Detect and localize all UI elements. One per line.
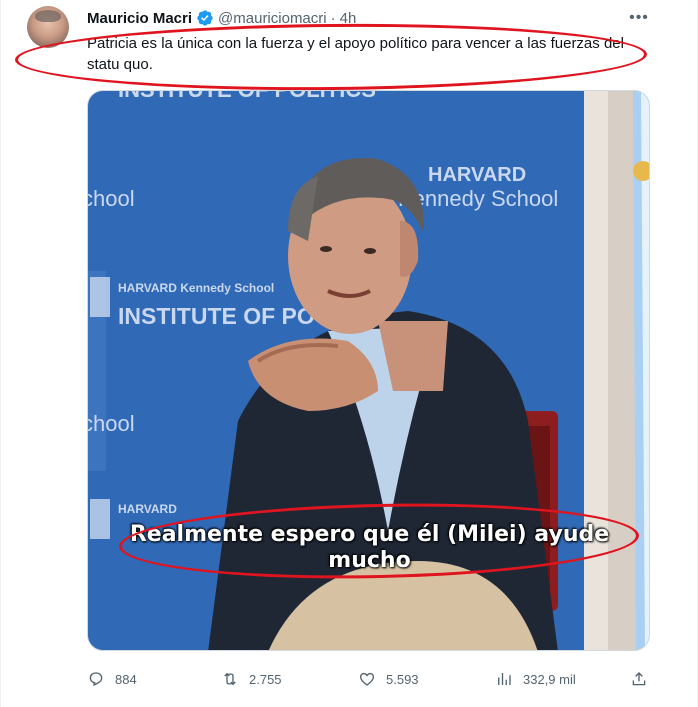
backdrop-text: chool (88, 411, 135, 436)
backdrop-text: chool (88, 186, 135, 211)
more-options-icon[interactable]: ••• (627, 8, 651, 28)
backdrop-text: INSTITUTE OF PO (118, 303, 315, 329)
reply-button[interactable]: 884 (87, 668, 137, 690)
video-player[interactable]: INSTITUTE OF POLITICS HARVARD Kennedy Sc… (87, 90, 650, 651)
backdrop-text: HARVARD Kennedy School (118, 281, 274, 295)
backdrop-text: HARVARD (428, 164, 526, 186)
author-handle[interactable]: @mauriciomacri (218, 10, 327, 27)
repost-button[interactable]: 2.755 (221, 668, 282, 690)
tweet-text: Patricia es la única con la fuerza y el … (87, 35, 624, 73)
reply-icon (89, 672, 103, 687)
video-caption-line2: mucho (328, 548, 411, 573)
share-button[interactable] (630, 668, 648, 690)
like-count: 5.593 (386, 671, 419, 687)
author-name[interactable]: Mauricio Macri (87, 10, 192, 27)
repost-count: 2.755 (249, 671, 282, 687)
views-icon (498, 673, 511, 685)
heart-icon (359, 672, 375, 686)
tweet-actions: 884 2.755 5.593 332,9 mil (87, 668, 650, 690)
separator-dot: · (330, 9, 336, 27)
backdrop-text: INSTITUTE OF POLITICS (118, 91, 376, 102)
tweet-header: Mauricio Macri @mauriciomacri · 4h (87, 8, 356, 28)
avatar[interactable] (27, 6, 69, 48)
views-button[interactable]: 332,9 mil (495, 668, 576, 690)
like-button[interactable]: 5.593 (358, 668, 419, 690)
timestamp[interactable]: 4h (340, 10, 357, 27)
share-icon (632, 672, 646, 686)
verified-badge-icon (197, 10, 213, 26)
backdrop-text: HARVARD (118, 502, 177, 516)
video-caption-line1: Realmente espero que él (Milei) ayude (129, 522, 610, 547)
tweet[interactable]: Mauricio Macri @mauriciomacri · 4h ••• P… (0, 0, 698, 707)
views-count: 332,9 mil (523, 671, 576, 687)
reply-count: 884 (115, 671, 137, 687)
repost-icon (224, 672, 236, 686)
